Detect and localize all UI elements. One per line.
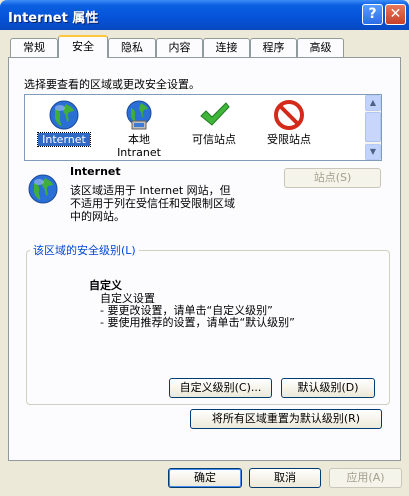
scroll-down-button[interactable]: ▼	[365, 144, 381, 160]
intranet-icon	[126, 100, 152, 130]
zone-label-internet: Internet	[37, 132, 91, 147]
apply-button[interactable]: 应用(A)	[329, 468, 402, 488]
checkmark-icon	[200, 102, 230, 126]
security-level-description: 自定义设置 - 要更改设置，请单击“自定义级别” - 要使用推荐的设置，请单击“…	[100, 292, 295, 329]
chevron-down-icon: ▼	[369, 147, 377, 156]
zone-restricted-sites[interactable]: 受限站点	[253, 97, 325, 159]
zone-instruction: 选择要查看的区域或更改安全设置。	[24, 78, 200, 91]
zone-label-restricted-sites: 受限站点	[267, 133, 311, 146]
selected-zone-globe-icon	[28, 174, 58, 204]
zone-list-scrollbar[interactable]: ▲ ▼	[365, 95, 381, 160]
chevron-up-icon: ▲	[369, 98, 377, 107]
zone-trusted-sites[interactable]: 可信站点	[178, 97, 250, 159]
security-level-title: 自定义	[89, 279, 122, 292]
zone-list[interactable]: Internet 本地 Intranet 可信站点 受限站点 ▲ ▼	[24, 94, 382, 161]
zone-internet[interactable]: Internet	[28, 97, 100, 159]
globe-icon	[49, 100, 79, 130]
selected-zone-description: 该区域适用于 Internet 网站，但 不适用于列在受信任和受限制区域 中的网…	[70, 184, 235, 223]
zone-label-trusted-sites: 可信站点	[192, 133, 236, 146]
cancel-button[interactable]: 取消	[249, 468, 321, 488]
scroll-thumb[interactable]	[365, 112, 381, 142]
prohibited-icon	[274, 100, 304, 130]
ok-button[interactable]: 确定	[168, 468, 242, 488]
selected-zone-name: Internet	[70, 165, 121, 178]
default-level-button[interactable]: 默认级别(D)	[281, 378, 375, 398]
security-level-legend: 该区域的安全级别(L)	[30, 242, 139, 258]
sites-button[interactable]: 站点(S)	[284, 168, 381, 188]
zone-local-intranet[interactable]: 本地 Intranet	[103, 97, 175, 159]
scroll-up-button[interactable]: ▲	[365, 95, 381, 111]
custom-level-button[interactable]: 自定义级别(C)...	[169, 378, 272, 398]
reset-all-zones-button[interactable]: 将所有区域重置为默认级别(R)	[190, 409, 382, 429]
zone-label-local-intranet: 本地 Intranet	[117, 133, 161, 159]
